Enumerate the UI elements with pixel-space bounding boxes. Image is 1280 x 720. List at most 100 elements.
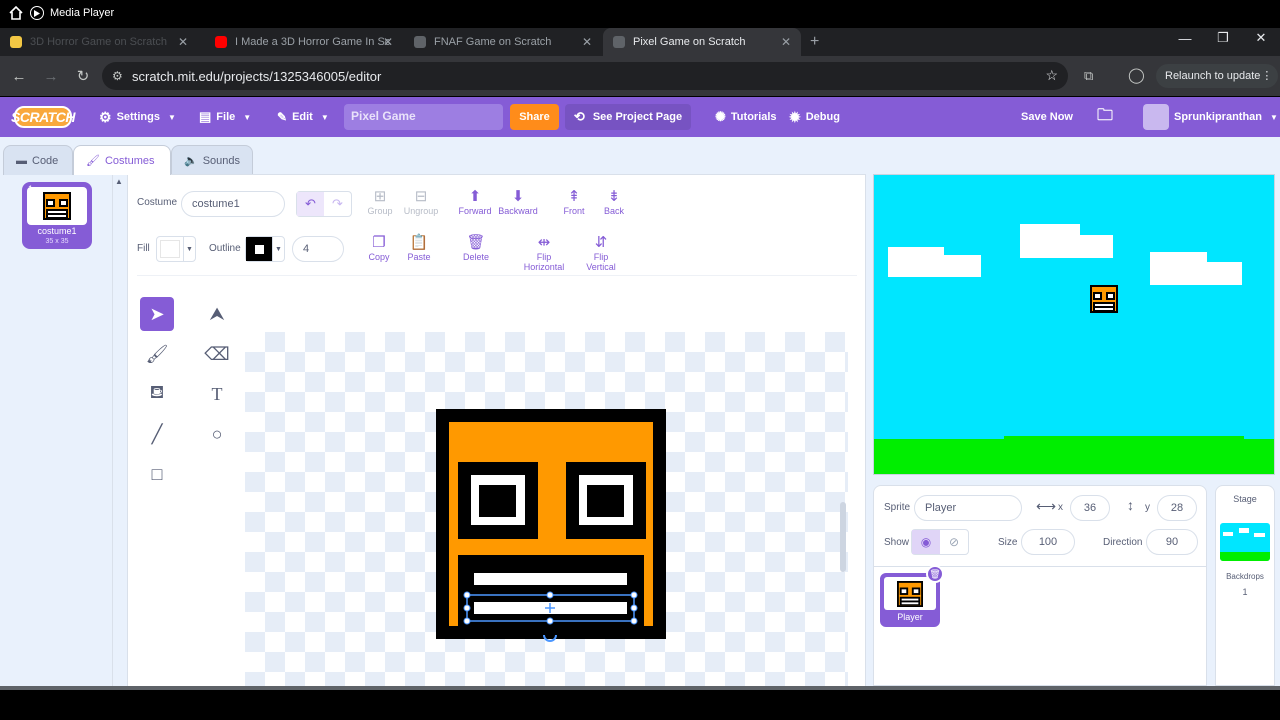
close-icon[interactable]: ✕ [178, 35, 188, 49]
close-icon[interactable]: ✕ [781, 35, 791, 49]
save-now-button[interactable]: Save Now [1021, 97, 1073, 137]
outline-label: Outline [209, 243, 241, 254]
scratch-menu-bar: SCRATCH ⚙ Settings ▼ ▤ File ▼ ✎ Edit ▼ Pixel G… [0, 97, 1280, 137]
player-sprite [1090, 285, 1118, 313]
forward-arrow-icon[interactable]: → [37, 62, 65, 90]
stage-title: Stage [1233, 494, 1257, 504]
restore-icon[interactable]: ❐ [1204, 26, 1242, 50]
browser-tab-active[interactable]: Pixel Game on Scratch ✕ [603, 28, 801, 56]
new-tab-icon[interactable]: + [810, 33, 819, 51]
url-field[interactable]: ⚙ scratch.mit.edu/projects/1325346005/ed… [102, 62, 1068, 90]
outline-color-picker[interactable]: ▼ [245, 236, 285, 262]
back-arrow-icon[interactable]: ← [5, 62, 33, 90]
costume-name-input[interactable]: costume1 [181, 191, 285, 217]
costume-list-scrollbar[interactable]: ▲ [113, 175, 127, 686]
delete-button[interactable]: 🗑 Delete [454, 234, 498, 262]
reload-icon[interactable]: ↻ [69, 62, 97, 90]
costume-label: Costume [137, 197, 178, 208]
fill-color-picker[interactable]: ▼ [156, 236, 196, 262]
edit-menu[interactable]: ✎ Edit ▼ [277, 97, 329, 137]
cast-icon[interactable]: ⧉ [1084, 68, 1093, 84]
profile-icon[interactable]: ◯ [1128, 66, 1145, 84]
rectangle-icon: □ [151, 463, 163, 484]
circle-tool[interactable]: ○ [200, 417, 234, 451]
close-icon[interactable]: ✕ [383, 35, 393, 49]
browser-tab-bar: Media Player 3D Horror Game on Scratch ✕ … [0, 6, 1280, 56]
line-tool[interactable]: ╱ [140, 417, 174, 451]
bottom-strip [0, 686, 1280, 720]
eraser-tool[interactable]: ⌫ [200, 337, 234, 371]
x-input[interactable]: 36 [1070, 495, 1110, 521]
y-input[interactable]: 28 [1157, 495, 1197, 521]
back-button[interactable]: ⇟ Back [592, 188, 636, 216]
sprite-info-pane: Sprite Player ⟷ x 36 ↕ y 28 Show ◉ ⊘ Siz… [873, 485, 1207, 686]
debug-button[interactable]: ✹ Debug [789, 97, 840, 137]
paste-button[interactable]: 📋 Paste [397, 234, 441, 262]
costume-image [27, 187, 87, 225]
fill-tool[interactable]: ⛾ [140, 377, 174, 411]
browser-tab[interactable]: 3D Horror Game on Scratch ✕ [0, 28, 198, 56]
share-button[interactable]: Share [510, 104, 559, 130]
flip-vertical-icon: ⇵ [594, 234, 608, 251]
costume-thumbnail[interactable]: 1 costume1 35 x 35 [22, 182, 92, 249]
caret-down-icon: ▼ [1270, 112, 1278, 122]
tab-favicon [414, 36, 426, 48]
eye-icon[interactable]: ◉ [912, 530, 940, 554]
file-menu[interactable]: ▤ File ▼ [199, 97, 251, 137]
home-icon [9, 6, 23, 20]
more-vert-icon[interactable]: ⋮ [1261, 69, 1272, 82]
text-tool[interactable]: T [200, 377, 234, 411]
settings-menu[interactable]: ⚙ Settings ▼ [99, 97, 176, 137]
direction-input[interactable]: 90 [1146, 529, 1198, 555]
account-menu[interactable]: Sprunkipranthan ▼ [1143, 97, 1278, 137]
ungroup-button[interactable]: ⊟ Ungroup [399, 188, 443, 216]
close-icon[interactable]: ✕ [582, 35, 592, 49]
tab-sounds[interactable]: 🔈 Sounds [171, 145, 253, 175]
back-icon: ⇟ [607, 188, 621, 205]
flip-vertical-button[interactable]: ⇵ Flip Vertical [578, 234, 624, 272]
tutorials-button[interactable]: ✺ Tutorials [715, 97, 777, 137]
canvas-scrollbar[interactable] [840, 502, 846, 572]
forward-button[interactable]: ⬆ Forward [453, 188, 497, 216]
y-label: y [1145, 502, 1150, 513]
scratch-logo[interactable]: SCRATCH [11, 106, 75, 128]
minimize-icon[interactable]: — [1166, 26, 1204, 50]
size-label: Size [998, 537, 1018, 548]
media-player-overlay: Media Player [8, 6, 114, 20]
sprite-name-input[interactable]: Player [914, 495, 1022, 521]
eye-slash-icon[interactable]: ⊘ [940, 530, 968, 554]
browser-tab[interactable]: I Made a 3D Horror Game In Sc ✕ [205, 28, 403, 56]
relaunch-button[interactable]: Relaunch to update ⋮ [1156, 64, 1279, 88]
tab-title: I Made a 3D Horror Game In Sc [235, 36, 391, 48]
outline-width-input[interactable]: 4 [292, 236, 344, 262]
sprite-name: Player [897, 612, 923, 622]
bookmark-star-icon[interactable]: ☆ [1045, 67, 1058, 84]
x-label: x [1058, 502, 1063, 513]
reshape-tool[interactable]: ⮝ [200, 297, 234, 331]
undo-icon[interactable]: ↶ [297, 192, 324, 216]
site-info-icon[interactable]: ⚙ [112, 69, 123, 83]
stage-selector-pane[interactable]: Stage Backdrops 1 [1215, 485, 1275, 686]
remix-icon: ⟲ [573, 109, 585, 124]
close-window-icon[interactable]: ✕ [1242, 26, 1280, 50]
brush-tool[interactable]: 🖌 [140, 337, 174, 371]
front-button[interactable]: ⇞ Front [552, 188, 596, 216]
tab-costumes[interactable]: 🖌 Costumes [73, 145, 171, 175]
group-button[interactable]: ⊞ Group [358, 188, 402, 216]
project-title-input[interactable]: Pixel Game [344, 104, 503, 130]
delete-sprite-icon[interactable]: 🗑 [926, 565, 944, 583]
stage-canvas[interactable] [873, 174, 1275, 475]
folder-icon[interactable]: 🗀 [1097, 97, 1113, 137]
flip-horizontal-button[interactable]: ⇹ Flip Horizontal [516, 234, 572, 272]
sprite-tile-player[interactable]: Player 🗑 [880, 565, 944, 627]
copy-button[interactable]: ❐ Copy [357, 234, 401, 262]
rectangle-tool[interactable]: □ [140, 457, 174, 491]
backward-button[interactable]: ⬇ Backward [496, 188, 540, 216]
see-project-page-button[interactable]: ⟲ See Project Page [565, 104, 691, 130]
tab-code[interactable]: ▬ Code [3, 145, 73, 175]
select-tool[interactable]: ➤ [140, 297, 174, 331]
paint-canvas[interactable] [245, 332, 848, 687]
browser-tab[interactable]: FNAF Game on Scratch ✕ [404, 28, 602, 56]
size-input[interactable]: 100 [1021, 529, 1075, 555]
redo-icon[interactable]: ↷ [324, 192, 351, 216]
